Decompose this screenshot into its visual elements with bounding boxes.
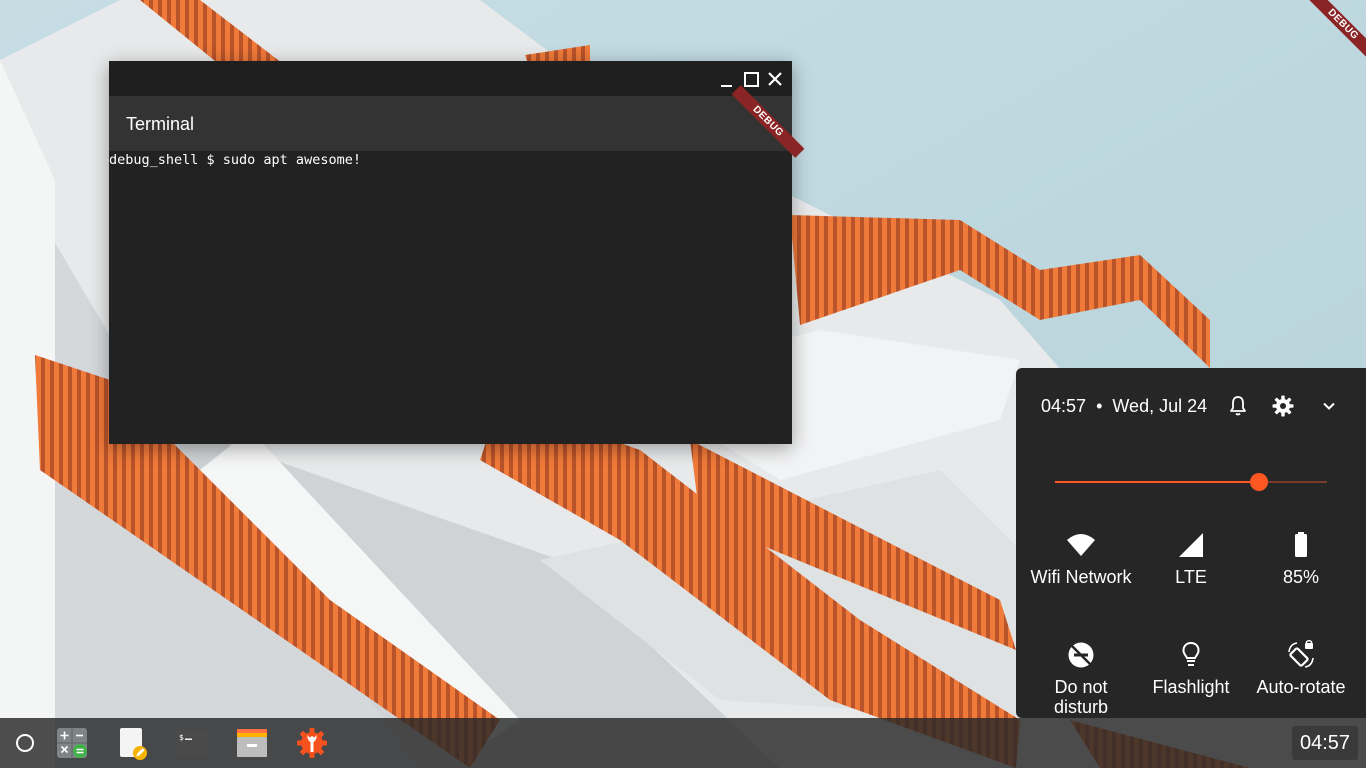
quick-settings-panel: 04:57 • Wed, Jul 24 Wifi Network LTE 85%… [1016, 368, 1366, 718]
wifi-icon [1067, 534, 1095, 556]
terminal-window[interactable]: Terminal debug_shell $ sudo apt awesome! [109, 61, 792, 444]
launcher-circle-icon[interactable] [7, 725, 43, 761]
quick-settings-date: Wed, Jul 24 [1112, 396, 1208, 416]
settings-icon[interactable] [294, 725, 330, 761]
battery-icon [1295, 532, 1307, 557]
window-titlebar[interactable] [109, 61, 792, 96]
text-editor-icon[interactable] [114, 725, 150, 761]
auto-rotate-icon [1288, 640, 1314, 668]
do-not-disturb-tile[interactable]: Do not disturb [1026, 640, 1136, 717]
lte-label: LTE [1175, 567, 1207, 587]
window-header: Terminal [109, 96, 792, 151]
file-manager-icon[interactable] [234, 725, 270, 761]
auto-rotate-label: Auto-rotate [1256, 677, 1346, 697]
brightness-slider[interactable] [1055, 470, 1327, 494]
terminal-prompt-line: debug_shell $ sudo apt awesome! [109, 152, 361, 168]
battery-label: 85% [1282, 567, 1320, 587]
slider-thumb[interactable] [1250, 473, 1268, 491]
maximize-icon[interactable] [741, 69, 761, 89]
svg-text:$: $ [179, 733, 184, 742]
lte-tile[interactable]: LTE [1136, 530, 1246, 587]
flashlight-icon [1182, 641, 1200, 666]
battery-tile[interactable]: 85% [1246, 530, 1356, 587]
datetime-separator: • [1096, 396, 1103, 416]
flashlight-tile[interactable]: Flashlight [1136, 640, 1246, 697]
quick-settings-datetime: 04:57 • Wed, Jul 24 [1041, 396, 1207, 417]
auto-rotate-tile[interactable]: Auto-rotate [1246, 640, 1356, 697]
window-title: Terminal [126, 114, 195, 134]
calculator-icon[interactable] [54, 725, 90, 761]
slider-track-fill [1055, 481, 1259, 483]
terminal-icon[interactable]: $ [174, 725, 210, 761]
notifications-bell-icon[interactable] [1226, 394, 1250, 418]
chevron-down-icon[interactable] [1317, 394, 1341, 418]
do-not-disturb-icon [1068, 642, 1094, 668]
terminal-output[interactable]: debug_shell $ sudo apt awesome! [109, 151, 792, 444]
close-icon[interactable] [765, 69, 785, 89]
flashlight-label: Flashlight [1152, 677, 1230, 697]
taskbar-clock[interactable]: 04:57 [1292, 726, 1358, 760]
minimize-icon[interactable] [717, 69, 737, 89]
settings-gear-icon[interactable] [1271, 394, 1295, 418]
do-not-disturb-label: Do not disturb [1053, 677, 1109, 717]
taskbar: $ 04:57 [0, 718, 1366, 768]
cellular-signal-icon [1179, 533, 1203, 557]
wifi-tile[interactable]: Wifi Network [1026, 530, 1136, 587]
wifi-label: Wifi Network [1030, 567, 1132, 587]
quick-settings-time: 04:57 [1041, 396, 1087, 416]
